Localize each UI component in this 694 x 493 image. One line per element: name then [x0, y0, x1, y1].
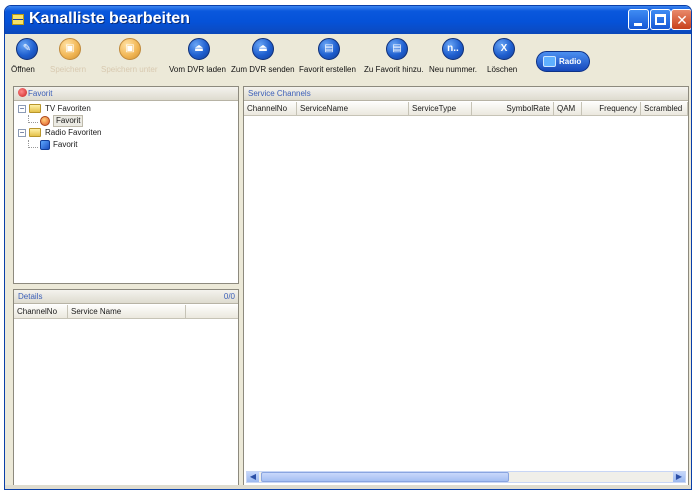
upload-icon: ⏏ [252, 38, 274, 60]
renumber-icon: n.. [442, 38, 464, 60]
tree-item-tv-favorit[interactable]: Favorit [40, 115, 220, 127]
toolbar: ✎ Öffnen ▣ Speichern ▣ Speichern unter ⏏… [5, 34, 691, 84]
details-panel-header: Details 0/0 [14, 290, 238, 304]
app-icon [12, 14, 24, 25]
column-header-channelno[interactable]: ChannelNo [244, 102, 297, 116]
column-header-servicetype[interactable]: ServiceType [409, 102, 472, 116]
favorite-panel-header: Favorit [14, 87, 238, 101]
open-label: Öffnen [11, 65, 35, 74]
details-panel-title: Details [18, 292, 43, 301]
radio-icon [543, 56, 556, 67]
save-button[interactable]: ▣ Speichern [47, 38, 87, 82]
renumber-label: Neu nummer. [429, 65, 478, 74]
main-window: Kanalliste bearbeiten ✕ ✎ Öffnen ▣ Speic… [4, 5, 692, 490]
save-as-button[interactable]: ▣ Speichern unter [101, 38, 161, 82]
channels-table-header: ChannelNo ServiceName ServiceType Symbol… [244, 102, 688, 116]
open-button[interactable]: ✎ Öffnen [11, 38, 43, 82]
column-header-qam[interactable]: QAM [554, 102, 582, 116]
tv-favorite-icon [40, 116, 50, 126]
column-header-frequency[interactable]: Frequency [582, 102, 641, 116]
status-bar [5, 485, 691, 489]
tree-item-label: Favorit [53, 115, 84, 127]
tree-item-radio-favorites[interactable]: − Radio Favoriten [18, 127, 218, 139]
tree-connector [28, 140, 38, 148]
favorite-panel-title: Favorit [28, 89, 53, 98]
service-channels-header: Service Channels [244, 87, 688, 101]
details-table-header: ChannelNo Service Name [14, 305, 238, 319]
create-favorite-label: Favorit erstellen [299, 65, 356, 74]
radio-label: Radio [559, 57, 582, 66]
add-to-favorite-icon: ▤ [386, 38, 408, 60]
save-as-label: Speichern unter [101, 65, 158, 74]
favorite-icon [18, 88, 27, 97]
save-as-icon: ▣ [119, 38, 141, 60]
tree-connector [28, 115, 38, 123]
collapse-icon[interactable]: − [18, 105, 26, 113]
service-channels-panel: Service Channels ChannelNo ServiceName S… [243, 86, 689, 486]
tree-item-tv-favorites[interactable]: − TV Favoriten [18, 103, 218, 115]
renumber-button[interactable]: n.. Neu nummer. [429, 38, 477, 82]
collapse-icon[interactable]: − [18, 129, 26, 137]
scroll-right-icon[interactable]: ▶ [673, 472, 685, 482]
download-icon: ⏏ [188, 38, 210, 60]
radio-toggle-button[interactable]: Radio [536, 51, 590, 72]
close-button[interactable]: ✕ [671, 9, 691, 30]
add-to-favorite-button[interactable]: ▤ Zu Favorit hinzu. [364, 38, 424, 82]
minimize-icon [634, 23, 642, 26]
column-header-symbolrate[interactable]: SymbolRate [472, 102, 554, 116]
column-header-servicename[interactable]: ServiceName [297, 102, 409, 116]
minimize-button[interactable] [628, 9, 649, 30]
close-icon: ✕ [676, 12, 688, 28]
folder-icon [29, 128, 41, 137]
delete-icon: X [493, 38, 515, 60]
maximize-icon [655, 14, 666, 25]
column-header-service-name[interactable]: Service Name [68, 305, 186, 319]
favorite-panel: Favorit − TV Favoriten Favorit − Radio F… [13, 86, 239, 284]
column-header-scrambled[interactable]: Scrambled [641, 102, 688, 116]
radio-favorite-icon [40, 140, 50, 150]
tree-item-radio-favorit[interactable]: Favorit [40, 139, 220, 151]
horizontal-scrollbar[interactable]: ◀ ▶ [246, 471, 686, 483]
details-panel: Details 0/0 ChannelNo Service Name [13, 289, 239, 486]
open-icon: ✎ [16, 38, 38, 60]
send-to-dvr-label: Zum DVR senden [231, 65, 295, 74]
details-count: 0/0 [223, 292, 235, 301]
save-icon: ▣ [59, 38, 81, 60]
column-header-channelno[interactable]: ChannelNo [14, 305, 68, 319]
tree-item-label: TV Favoriten [45, 104, 91, 113]
load-from-dvr-button[interactable]: ⏏ Vom DVR laden [169, 38, 226, 82]
tree-item-label: Favorit [53, 140, 78, 149]
delete-label: Löschen [487, 65, 518, 74]
service-channels-title: Service Channels [248, 89, 311, 98]
load-from-dvr-label: Vom DVR laden [169, 65, 226, 74]
add-to-favorite-label: Zu Favorit hinzu. [364, 65, 424, 74]
folder-icon [29, 104, 41, 113]
title-bar[interactable]: Kanalliste bearbeiten ✕ [5, 6, 691, 34]
window-title: Kanalliste bearbeiten [29, 10, 190, 27]
tree-item-label: Radio Favoriten [45, 128, 102, 137]
maximize-button[interactable] [650, 9, 671, 30]
save-label: Speichern [50, 65, 87, 74]
scroll-left-icon[interactable]: ◀ [247, 472, 259, 482]
create-favorite-button[interactable]: ▤ Favorit erstellen [299, 38, 363, 82]
scrollbar-thumb[interactable] [261, 472, 509, 482]
delete-button[interactable]: X Löschen [487, 38, 523, 82]
send-to-dvr-button[interactable]: ⏏ Zum DVR senden [231, 38, 295, 82]
create-favorite-icon: ▤ [318, 38, 340, 60]
